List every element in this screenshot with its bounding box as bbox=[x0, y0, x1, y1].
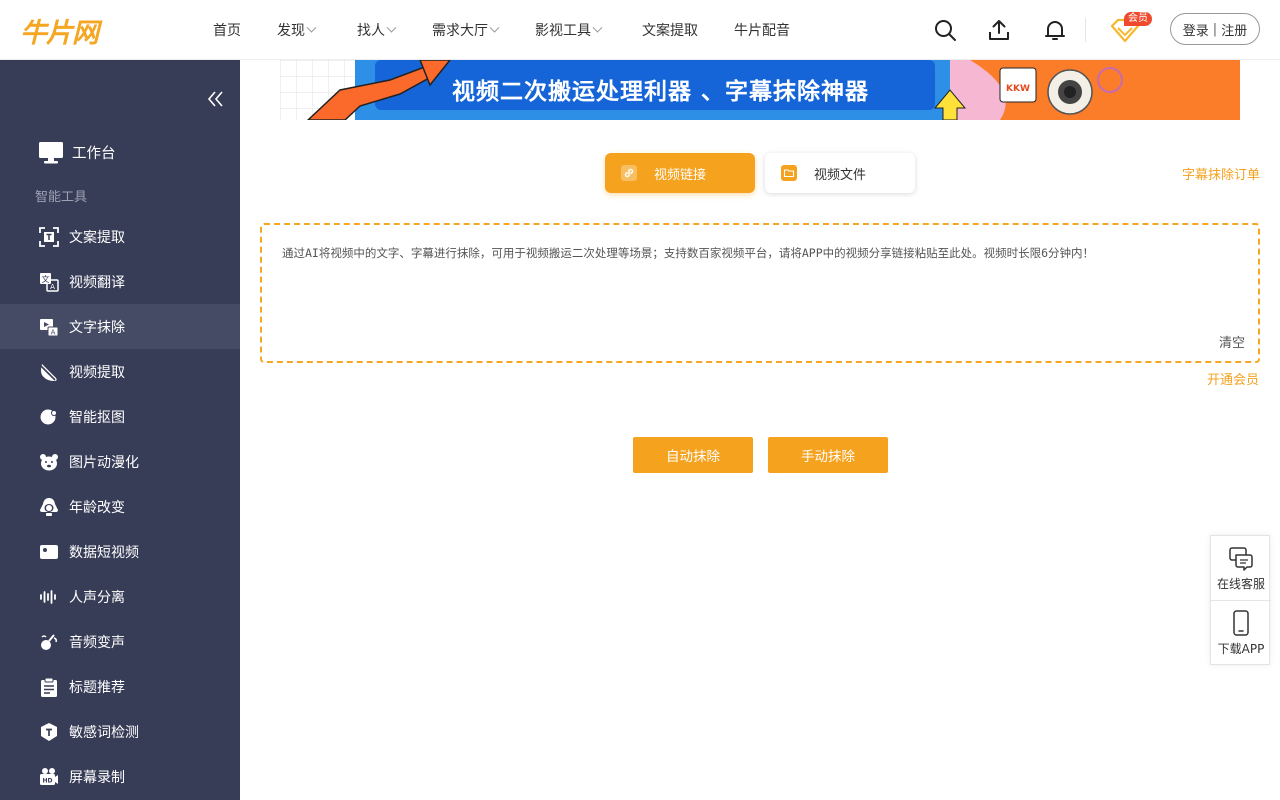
sidebar-item-vocal-separation[interactable]: 人声分离 bbox=[0, 574, 240, 619]
sidebar-group-title: 智能工具 bbox=[35, 190, 88, 205]
monitor-icon bbox=[38, 140, 64, 166]
sidebar-item-label: 数据短视频 bbox=[69, 544, 139, 561]
online-service-button[interactable]: 在线客服 bbox=[1211, 536, 1271, 601]
svg-text:文: 文 bbox=[42, 274, 50, 284]
nav-film-tools[interactable]: 影视工具 bbox=[535, 20, 603, 40]
chevron-down-icon bbox=[306, 22, 317, 33]
sidebar-item-label: 视频翻译 bbox=[69, 274, 125, 291]
video-link-input-box: 清空 bbox=[260, 223, 1260, 363]
sidebar-item-label: 年龄改变 bbox=[69, 499, 125, 516]
video-link-input[interactable] bbox=[282, 245, 1240, 325]
sidebar-item-video-translate[interactable]: 文A 视频翻译 bbox=[0, 259, 240, 304]
clipboard-icon bbox=[38, 676, 60, 698]
cutout-icon bbox=[38, 406, 60, 428]
phone-icon bbox=[1233, 610, 1249, 636]
login-register-button[interactable]: 登录 | 注册 bbox=[1170, 13, 1260, 45]
svg-text:A: A bbox=[51, 328, 56, 336]
svg-text:A: A bbox=[50, 283, 55, 291]
sidebar-item-workbench[interactable]: 工作台 bbox=[0, 130, 240, 175]
sidebar-item-anime-image[interactable]: 图片动漫化 bbox=[0, 439, 240, 484]
sidebar-item-smart-cutout[interactable]: 智能抠图 bbox=[0, 394, 240, 439]
chat-icon bbox=[1229, 547, 1253, 571]
site-logo[interactable]: 牛片网 bbox=[20, 14, 99, 49]
sidebar-item-label: 视频提取 bbox=[69, 364, 125, 381]
tab-video-link[interactable]: 视频链接 bbox=[605, 153, 755, 193]
login-link[interactable]: 登录 bbox=[1183, 20, 1209, 39]
collapse-sidebar-icon[interactable] bbox=[206, 89, 226, 109]
sidebar-item-label: 人声分离 bbox=[69, 589, 125, 606]
sidebar-item-sensitive-words[interactable]: 敏感词检测 bbox=[0, 709, 240, 754]
register-link[interactable]: 注册 bbox=[1221, 20, 1247, 39]
waveform-icon bbox=[38, 586, 60, 608]
svg-text:HD: HD bbox=[42, 777, 52, 784]
nav-dubbing[interactable]: 牛片配音 bbox=[734, 20, 790, 40]
nav-demand-hall[interactable]: 需求大厅 bbox=[432, 20, 500, 40]
sidebar: 工作台 智能工具 文案提取 文A 视频翻译 A 文字抹除 视频提取 智能抠图 图… bbox=[0, 60, 240, 800]
scan-text-icon bbox=[38, 226, 60, 248]
download-app-button[interactable]: 下载APP bbox=[1211, 601, 1271, 666]
sidebar-item-age-change[interactable]: 年龄改变 bbox=[0, 484, 240, 529]
promo-banner[interactable]: KKW 视频二次搬运处理利器 、字幕抹除神器 bbox=[280, 60, 1240, 120]
sidebar-item-copy-extract[interactable]: 文案提取 bbox=[0, 214, 240, 259]
sidebar-item-voice-change[interactable]: 音频变声 bbox=[0, 619, 240, 664]
sidebar-item-label: 屏幕录制 bbox=[69, 769, 125, 786]
svg-text:KKW: KKW bbox=[1006, 84, 1030, 94]
link-icon bbox=[621, 165, 637, 181]
open-vip-link[interactable]: 开通会员 bbox=[1207, 369, 1259, 388]
nav-discover[interactable]: 发现 bbox=[277, 20, 317, 40]
floating-service-panel: 在线客服 下载APP bbox=[1210, 535, 1271, 666]
sidebar-item-screen-record[interactable]: HD 屏幕录制 bbox=[0, 754, 240, 799]
auto-erase-button[interactable]: 自动抹除 bbox=[633, 437, 753, 473]
vip-badge: 会员 bbox=[1124, 12, 1152, 26]
nav-copy-extract[interactable]: 文案提取 bbox=[642, 20, 698, 40]
search-icon[interactable] bbox=[933, 18, 957, 42]
bell-icon[interactable] bbox=[1043, 18, 1067, 42]
banner-headline: 视频二次搬运处理利器 、字幕抹除神器 bbox=[452, 79, 870, 105]
login-separator: | bbox=[1212, 21, 1218, 37]
sidebar-item-data-short-video[interactable]: 数据短视频 bbox=[0, 529, 240, 574]
sidebar-item-erase-text[interactable]: A 文字抹除 bbox=[0, 304, 240, 349]
chevron-down-icon bbox=[592, 22, 603, 33]
sidebar-item-video-extract[interactable]: 视频提取 bbox=[0, 349, 240, 394]
upload-icon[interactable] bbox=[987, 18, 1011, 42]
translate-icon: 文A bbox=[38, 271, 60, 293]
tab-video-file[interactable]: 视频文件 bbox=[765, 153, 915, 193]
camera-icon bbox=[38, 541, 60, 563]
chevron-down-icon bbox=[489, 22, 500, 33]
sidebar-item-label: 图片动漫化 bbox=[69, 454, 139, 471]
age-icon bbox=[38, 496, 60, 518]
shield-text-icon bbox=[38, 721, 60, 743]
sidebar-item-label: 敏感词检测 bbox=[69, 724, 139, 741]
sidebar-item-label: 文字抹除 bbox=[69, 319, 125, 336]
folder-icon bbox=[781, 165, 797, 181]
sidebar-item-label: 文案提取 bbox=[69, 229, 125, 246]
manual-erase-button[interactable]: 手动抹除 bbox=[768, 437, 888, 473]
nav-home[interactable]: 首页 bbox=[213, 20, 241, 40]
video-extract-icon bbox=[38, 361, 60, 383]
erase-text-icon: A bbox=[38, 316, 60, 338]
clear-button[interactable]: 清空 bbox=[1219, 332, 1245, 351]
bear-icon bbox=[38, 451, 60, 473]
header-divider bbox=[1085, 18, 1086, 42]
sidebar-item-title-recommend[interactable]: 标题推荐 bbox=[0, 664, 240, 709]
nav-find-people[interactable]: 找人 bbox=[357, 20, 397, 40]
chevron-down-icon bbox=[386, 22, 397, 33]
sidebar-item-label: 智能抠图 bbox=[69, 409, 125, 426]
voice-change-icon bbox=[38, 631, 60, 653]
top-header: 牛片网 首页 发现 找人 需求大厅 影视工具 文案提取 牛片配音 会员 登录 |… bbox=[0, 0, 1280, 60]
hd-record-icon: HD bbox=[38, 766, 60, 788]
sidebar-item-label: 工作台 bbox=[72, 146, 116, 162]
subtitle-erase-orders-link[interactable]: 字幕抹除订单 bbox=[1182, 164, 1260, 183]
sidebar-item-label: 音频变声 bbox=[69, 634, 125, 651]
sidebar-item-label: 标题推荐 bbox=[69, 679, 125, 696]
